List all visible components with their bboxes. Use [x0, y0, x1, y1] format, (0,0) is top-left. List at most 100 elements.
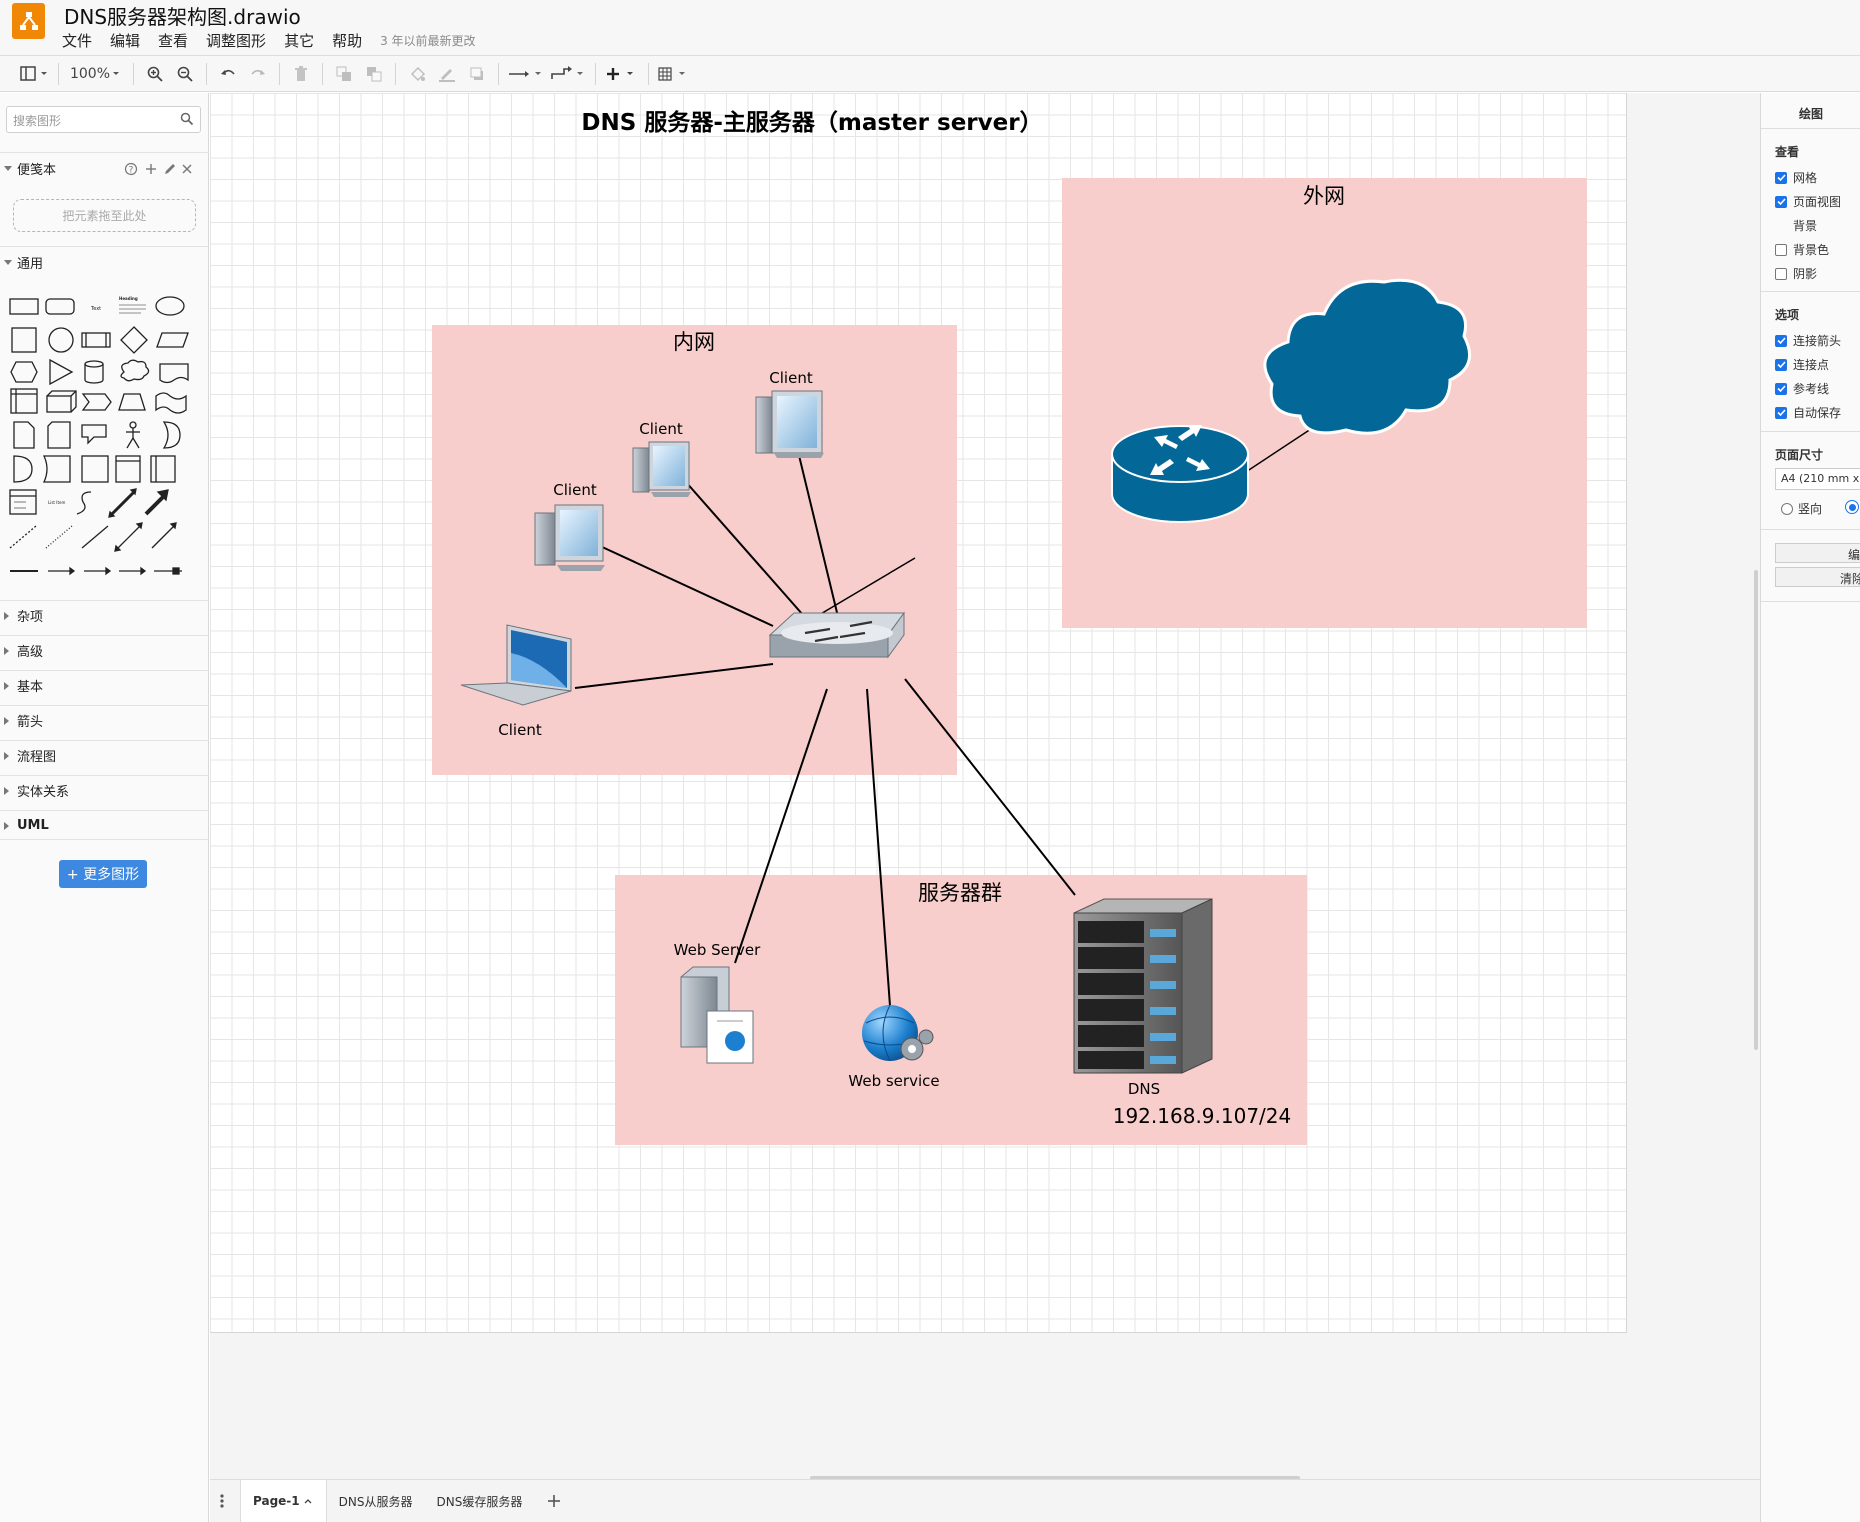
- shape-text[interactable]: Text: [90, 306, 101, 312]
- autosave-checkbox[interactable]: 自动保存: [1775, 404, 1841, 421]
- menu-help[interactable]: 帮助: [332, 30, 362, 51]
- client-computer-3-icon[interactable]: [755, 390, 824, 458]
- search-icon[interactable]: [180, 112, 194, 126]
- sidebar-section-flowchart[interactable]: 流程图: [0, 740, 209, 770]
- intranet-container[interactable]: [432, 325, 957, 775]
- document-title[interactable]: DNS服务器架构图.drawio: [64, 1, 301, 30]
- sidebar-section-arrows[interactable]: 箭头: [0, 705, 209, 735]
- vertical-scrollbar[interactable]: [1754, 570, 1758, 1050]
- shape-trapezoid[interactable]: [118, 393, 146, 411]
- redo-button[interactable]: [243, 61, 273, 87]
- shape-cylinder[interactable]: [84, 360, 104, 384]
- sidebar-section-uml[interactable]: UML: [0, 810, 209, 840]
- shape-callout[interactable]: [81, 424, 107, 445]
- shape-stored-data[interactable]: [42, 455, 71, 483]
- edit-pencil-icon[interactable]: [165, 164, 175, 174]
- client-computer-2-icon[interactable]: [632, 441, 691, 497]
- client-computer-1-icon[interactable]: [534, 504, 605, 571]
- connection-points-checkbox[interactable]: 连接点: [1775, 356, 1829, 373]
- dns-server-rack-icon[interactable]: [1073, 898, 1213, 1074]
- shape-parallelogram[interactable]: [156, 332, 189, 348]
- edit-data-button[interactable]: 编: [1775, 543, 1860, 563]
- shape-bidirectional-arrow[interactable]: [108, 488, 137, 518]
- shape-hexagon[interactable]: [10, 361, 38, 383]
- shape-connector-label-2[interactable]: [119, 566, 147, 576]
- add-page-button[interactable]: [534, 1480, 574, 1522]
- portrait-radio[interactable]: 竖向: [1781, 500, 1822, 517]
- server-group-label[interactable]: 服务器群: [918, 881, 1002, 905]
- tab-dns-slave-server[interactable]: DNS从服务器: [327, 1480, 425, 1522]
- sidebar-section-entity-relation[interactable]: 实体关系: [0, 775, 209, 805]
- help-icon[interactable]: ?: [124, 162, 138, 176]
- page-view-checkbox[interactable]: 页面视图: [1775, 193, 1841, 210]
- shape-list[interactable]: [9, 489, 37, 515]
- format-panel-toggle-button[interactable]: [16, 61, 52, 87]
- extranet-label[interactable]: 外网: [1303, 184, 1345, 208]
- more-shapes-button[interactable]: + 更多图形: [59, 860, 147, 888]
- shadow-button[interactable]: [462, 61, 492, 87]
- shape-directional-connector[interactable]: [151, 522, 177, 549]
- connection-style-dropdown[interactable]: [505, 61, 547, 87]
- shape-curve[interactable]: [76, 491, 92, 515]
- zoom-out-button[interactable]: [170, 61, 200, 87]
- shape-tape[interactable]: [155, 392, 187, 414]
- shape-line[interactable]: [81, 525, 109, 549]
- shape-container[interactable]: [81, 455, 109, 483]
- line-color-button[interactable]: [432, 61, 462, 87]
- shape-connector-label[interactable]: [84, 566, 112, 576]
- diagram-title[interactable]: DNS 服务器-主服务器（master server）: [581, 109, 1042, 136]
- shape-cloud[interactable]: [120, 359, 150, 382]
- shape-rounded-rectangle[interactable]: [45, 298, 75, 315]
- table-dropdown[interactable]: [655, 61, 693, 87]
- menu-view[interactable]: 查看: [158, 30, 188, 51]
- waypoints-dropdown[interactable]: [547, 61, 589, 87]
- insert-dropdown[interactable]: [602, 61, 642, 87]
- shape-arrow[interactable]: [144, 489, 169, 516]
- delete-button[interactable]: [286, 61, 316, 87]
- shape-diamond[interactable]: [120, 326, 148, 354]
- connection-arrows-checkbox[interactable]: 连接箭头: [1775, 332, 1841, 349]
- shape-search-input[interactable]: 搜索图形: [6, 106, 201, 133]
- shape-document[interactable]: [159, 363, 189, 384]
- to-back-button[interactable]: [359, 61, 389, 87]
- shape-internal-storage[interactable]: [10, 388, 38, 414]
- shape-swimlane[interactable]: [115, 455, 141, 483]
- edge-switch-dns[interactable]: [904, 678, 1076, 896]
- shape-vertical-container[interactable]: [150, 455, 176, 483]
- shape-list-item[interactable]: List Item: [48, 500, 65, 505]
- sidebar-section-basic[interactable]: 基本: [0, 670, 209, 700]
- menu-arrange[interactable]: 调整图形: [206, 30, 266, 51]
- shape-triangle[interactable]: [49, 358, 74, 386]
- diagram-canvas[interactable]: DNS 服务器-主服务器（master server） 内网 外网 服务器群 C…: [210, 93, 1760, 1479]
- router-icon[interactable]: [1111, 425, 1249, 523]
- background-color-checkbox[interactable]: 背景色: [1775, 241, 1829, 258]
- shape-or[interactable]: [162, 421, 181, 449]
- fill-color-button[interactable]: [402, 61, 432, 87]
- guides-checkbox[interactable]: 参考线: [1775, 380, 1829, 397]
- shape-square[interactable]: [11, 327, 37, 353]
- menu-extras[interactable]: 其它: [284, 30, 314, 51]
- tab-dns-cache-server[interactable]: DNS缓存服务器: [424, 1480, 534, 1522]
- grid-checkbox[interactable]: 网格: [1775, 169, 1817, 186]
- page-menu-button[interactable]: [210, 1480, 240, 1522]
- shape-process[interactable]: [81, 332, 111, 348]
- menu-file[interactable]: 文件: [62, 30, 92, 51]
- scratchpad-drop-zone[interactable]: 把元素拖至此处: [13, 199, 196, 232]
- shape-circle[interactable]: [48, 327, 74, 353]
- shape-dotted-line[interactable]: [45, 525, 73, 549]
- shape-connector-block[interactable]: [154, 567, 182, 575]
- menu-edit[interactable]: 编辑: [110, 30, 140, 51]
- network-switch-icon[interactable]: [768, 611, 905, 659]
- shape-connector-arrow[interactable]: [48, 566, 76, 576]
- shape-cube[interactable]: [46, 390, 77, 413]
- format-panel-title[interactable]: 绘图: [1761, 105, 1860, 122]
- general-section-header[interactable]: 通用: [0, 246, 209, 278]
- shape-card[interactable]: [47, 421, 71, 449]
- undo-button[interactable]: [213, 61, 243, 87]
- sidebar-section-misc[interactable]: 杂项: [0, 600, 209, 630]
- shape-actor[interactable]: [126, 421, 140, 449]
- scratchpad-section-header[interactable]: 便笺本 ?: [0, 152, 209, 184]
- sidebar-section-advanced[interactable]: 高级: [0, 635, 209, 665]
- shadow-checkbox[interactable]: 阴影: [1775, 265, 1817, 282]
- shape-rectangle[interactable]: [9, 298, 39, 315]
